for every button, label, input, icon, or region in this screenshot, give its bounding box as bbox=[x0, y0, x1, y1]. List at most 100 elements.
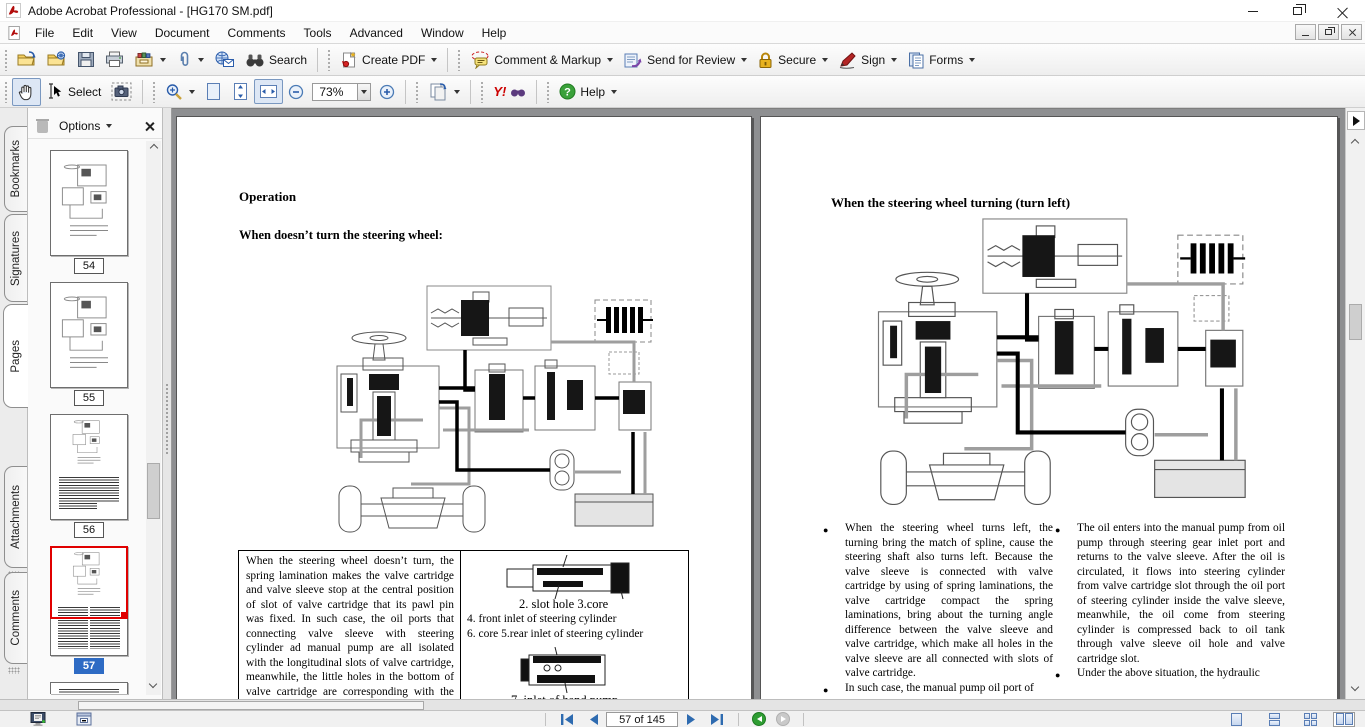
status-tray-icon[interactable] bbox=[76, 712, 92, 726]
search-button[interactable]: Search bbox=[240, 48, 312, 72]
thumbnail-label-55[interactable]: 55 bbox=[74, 390, 104, 406]
panel-splitter[interactable] bbox=[163, 108, 172, 699]
pages-panel-scrollbar[interactable] bbox=[146, 141, 161, 695]
yim-binoculars-icon bbox=[510, 85, 526, 98]
fit-width-button[interactable] bbox=[254, 79, 283, 104]
secure-button[interactable]: Secure bbox=[752, 47, 833, 73]
select-tool-button[interactable]: Select bbox=[41, 79, 106, 105]
continuous-facing-layout-button[interactable] bbox=[1299, 712, 1321, 727]
tab-attachments[interactable]: Attachments bbox=[4, 466, 27, 568]
print-button[interactable] bbox=[100, 47, 129, 72]
document-scrollbar-thumb[interactable] bbox=[1349, 304, 1362, 340]
actual-size-button[interactable] bbox=[200, 78, 227, 105]
forms-button[interactable]: Forms bbox=[902, 47, 980, 73]
toolbar-grip[interactable] bbox=[457, 49, 461, 71]
thumbnail-page-57[interactable] bbox=[50, 546, 128, 656]
continuous-layout-button[interactable] bbox=[1263, 712, 1285, 727]
facing-layout-button[interactable] bbox=[1333, 712, 1355, 727]
menu-comments[interactable]: Comments bbox=[219, 24, 295, 42]
open-button[interactable] bbox=[12, 47, 42, 72]
zoom-out-button[interactable] bbox=[283, 80, 309, 104]
last-page-button[interactable] bbox=[704, 712, 730, 727]
menu-window[interactable]: Window bbox=[412, 24, 473, 42]
expand-pane-button[interactable] bbox=[1347, 111, 1365, 130]
organizer-button[interactable] bbox=[129, 47, 171, 72]
tab-signatures[interactable]: Signatures bbox=[4, 214, 27, 302]
scroll-down-icon[interactable] bbox=[1351, 683, 1359, 691]
pages-scrollbar-thumb[interactable] bbox=[147, 463, 160, 519]
expand-pane-icon bbox=[1353, 116, 1360, 126]
toolbar-grip[interactable] bbox=[415, 81, 419, 103]
zoom-tool-button[interactable] bbox=[160, 79, 200, 105]
doc-restore-button[interactable] bbox=[1318, 24, 1339, 40]
previous-page-button[interactable] bbox=[580, 712, 606, 727]
toolbar-grip[interactable] bbox=[546, 81, 550, 103]
fit-page-button[interactable] bbox=[227, 78, 254, 105]
sign-button[interactable]: Sign bbox=[833, 47, 902, 73]
page-display-button[interactable] bbox=[423, 78, 465, 105]
zoom-level-combo[interactable]: 73% bbox=[309, 82, 374, 102]
attach-button[interactable] bbox=[171, 47, 209, 72]
toolbar-grip[interactable] bbox=[4, 49, 8, 71]
save-button[interactable] bbox=[72, 47, 100, 72]
toolbar-grip[interactable] bbox=[480, 81, 484, 103]
toolbar-grip[interactable] bbox=[152, 81, 156, 103]
scroll-up-icon[interactable] bbox=[149, 144, 157, 152]
thumbnail-label-56[interactable]: 56 bbox=[74, 522, 104, 538]
view-resize-handle[interactable] bbox=[121, 612, 128, 619]
menu-tools[interactable]: Tools bbox=[295, 24, 341, 42]
next-page-button[interactable] bbox=[678, 712, 704, 727]
toolbar-grip[interactable] bbox=[4, 81, 8, 103]
single-page-layout-button[interactable] bbox=[1225, 712, 1247, 727]
thumbnail-page-54[interactable] bbox=[50, 150, 128, 256]
menu-file[interactable]: File bbox=[26, 24, 63, 42]
zoom-in-button[interactable] bbox=[374, 80, 400, 104]
help-button[interactable]: ? Help bbox=[554, 79, 622, 104]
menu-edit[interactable]: Edit bbox=[63, 24, 102, 42]
panel-close-button[interactable] bbox=[145, 121, 154, 130]
page-indicator[interactable]: 57 of 145 bbox=[606, 712, 678, 727]
send-for-review-button[interactable]: Send for Review bbox=[618, 47, 752, 73]
comment-markup-button[interactable]: Comment & Markup bbox=[465, 47, 618, 73]
thumbnail-page-58-partial[interactable] bbox=[50, 682, 128, 694]
thumbnail-page-56[interactable] bbox=[50, 414, 128, 520]
first-page-button[interactable] bbox=[554, 712, 580, 727]
scroll-up-icon[interactable] bbox=[1351, 139, 1359, 147]
create-pdf-button[interactable]: Create PDF bbox=[335, 47, 442, 73]
horizontal-scrollbar-thumb[interactable] bbox=[78, 701, 424, 710]
previous-view-button[interactable] bbox=[752, 712, 766, 726]
reading-mode-icon[interactable] bbox=[30, 712, 46, 726]
horizontal-scrollbar[interactable] bbox=[0, 699, 1365, 710]
email-button[interactable] bbox=[209, 47, 240, 72]
trash-icon[interactable] bbox=[36, 118, 49, 133]
next-view-button[interactable] bbox=[776, 712, 790, 726]
tab-bookmarks[interactable]: Bookmarks bbox=[4, 126, 27, 212]
snapshot-tool-button[interactable] bbox=[106, 78, 137, 105]
scroll-down-icon[interactable] bbox=[149, 680, 157, 688]
yahoo-messenger-button[interactable]: Y! bbox=[488, 80, 531, 103]
thumbnail-label-54[interactable]: 54 bbox=[74, 258, 104, 274]
toolbar-grip[interactable] bbox=[327, 49, 331, 71]
thumbnail-page-55[interactable] bbox=[50, 282, 128, 388]
menu-document[interactable]: Document bbox=[146, 24, 219, 42]
document-scrollbar[interactable] bbox=[1345, 108, 1365, 710]
restore-button[interactable] bbox=[1275, 0, 1320, 22]
minimize-button[interactable] bbox=[1230, 0, 1275, 22]
options-menu-button[interactable]: Options bbox=[59, 119, 112, 133]
close-button[interactable] bbox=[1320, 0, 1365, 22]
splitter-grip[interactable] bbox=[165, 383, 170, 455]
tab-comments[interactable]: Comments bbox=[4, 572, 27, 664]
menu-help[interactable]: Help bbox=[473, 24, 516, 42]
zoom-combo-arrow[interactable] bbox=[358, 83, 371, 101]
menu-view[interactable]: View bbox=[102, 24, 146, 42]
tab-pages[interactable]: Pages bbox=[3, 304, 28, 408]
hand-tool-button[interactable] bbox=[12, 78, 41, 106]
doc-minimize-button[interactable] bbox=[1295, 24, 1316, 40]
menu-advanced[interactable]: Advanced bbox=[341, 24, 412, 42]
current-view-indicator[interactable] bbox=[50, 546, 128, 619]
zoom-level-value[interactable]: 73% bbox=[312, 83, 358, 101]
document-view[interactable]: Operation When doesn’t turn the steering… bbox=[172, 108, 1345, 699]
doc-close-button[interactable] bbox=[1341, 24, 1362, 40]
thumbnail-label-57[interactable]: 57 bbox=[74, 658, 104, 674]
open-web-button[interactable] bbox=[42, 47, 72, 72]
